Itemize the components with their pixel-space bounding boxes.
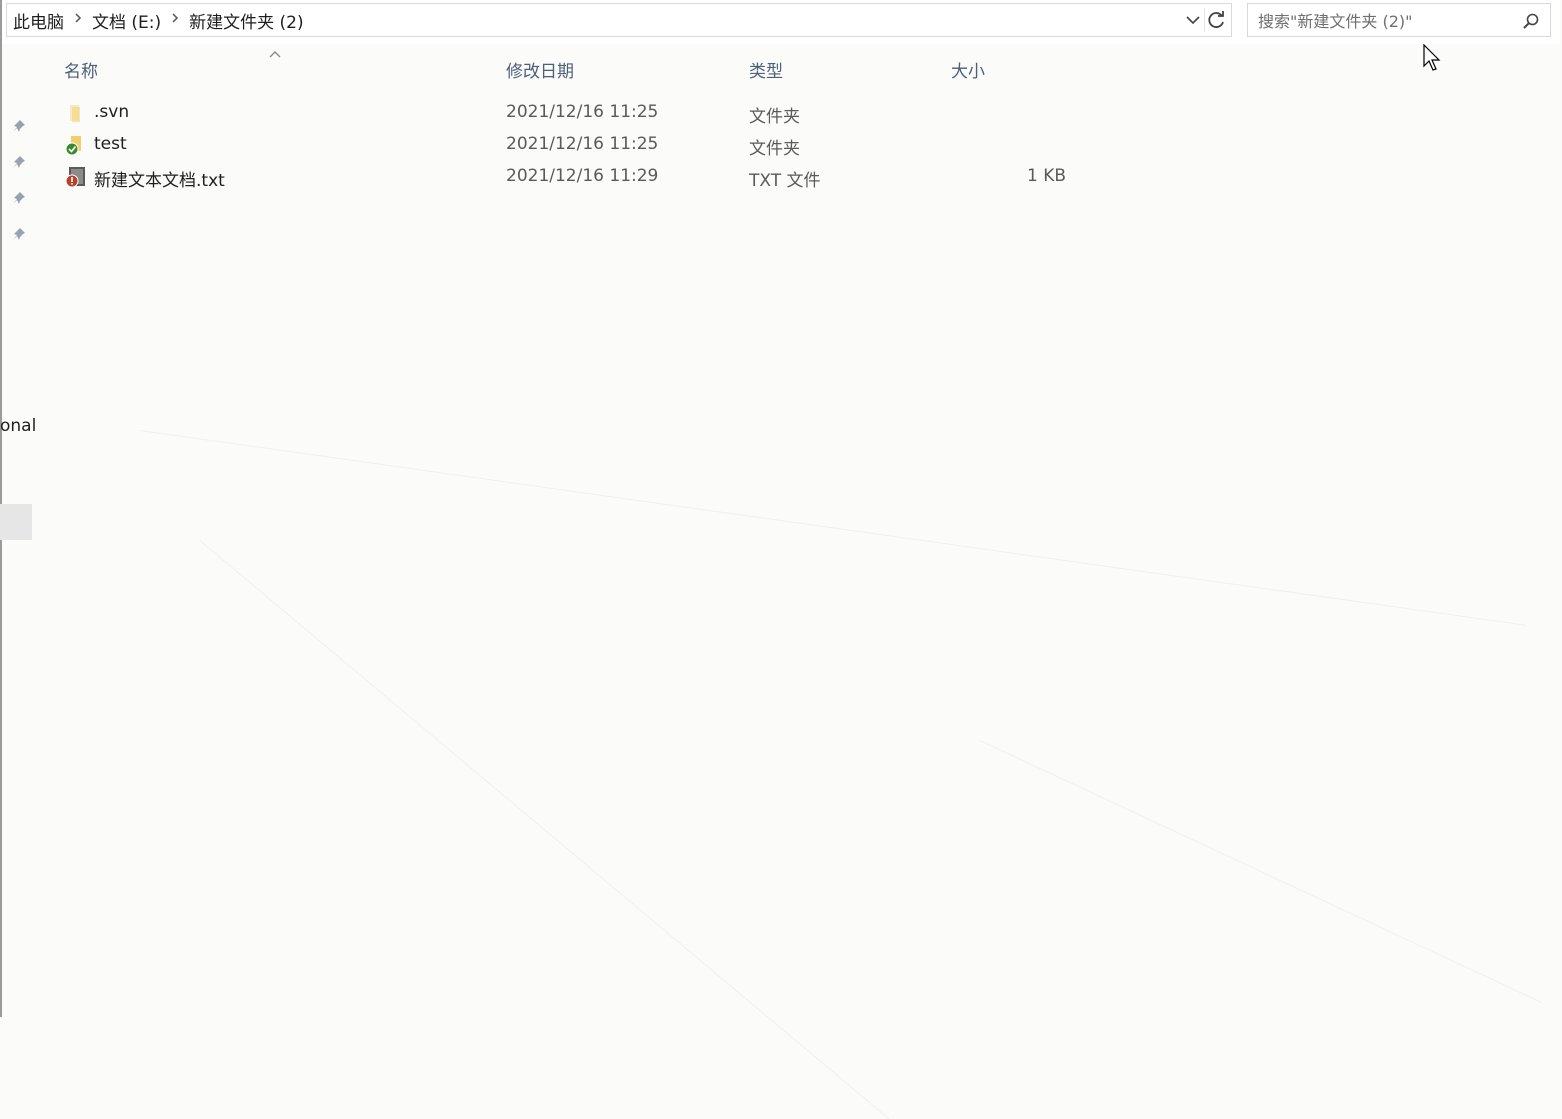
breadcrumb-drive[interactable]: 文档 (E:) <box>86 8 167 33</box>
file-row-txt[interactable]: 新建文本文档.txt 2021/12/16 11:29 TXT 文件 1 KB <box>60 162 1080 192</box>
refresh-icon[interactable] <box>1204 8 1229 32</box>
chevron-down-icon[interactable] <box>1183 10 1203 30</box>
mouse-cursor-icon <box>1422 43 1442 74</box>
column-header-modified[interactable]: 修改日期 <box>506 57 574 82</box>
sidebar-partial-label[interactable]: onal <box>0 416 36 436</box>
file-name: test <box>94 134 127 154</box>
background-artifact <box>979 740 1542 1003</box>
search-input[interactable] <box>1248 4 1520 38</box>
svn-modified-file-icon <box>64 166 86 188</box>
file-type: TXT 文件 <box>749 171 821 191</box>
address-bar[interactable]: 此电脑 文档 (E:) 新建文件夹 (2) <box>6 3 1232 37</box>
file-type: 文件夹 <box>749 107 800 127</box>
pin-icon[interactable] <box>11 154 27 170</box>
background-artifact <box>139 430 1527 626</box>
file-modified: 2021/12/16 11:25 <box>506 102 659 122</box>
search-icon[interactable] <box>1522 12 1540 30</box>
sidebar-selected-item[interactable] <box>0 504 32 540</box>
file-name: 新建文本文档.txt <box>94 171 225 191</box>
background-artifact <box>199 540 890 1119</box>
breadcrumb-chevron-icon[interactable] <box>70 12 86 28</box>
file-modified: 2021/12/16 11:25 <box>506 134 659 154</box>
search-box[interactable] <box>1247 3 1551 38</box>
column-header-size[interactable]: 大小 <box>951 57 985 82</box>
pin-icon[interactable] <box>11 226 27 242</box>
file-modified: 2021/12/16 11:29 <box>506 166 659 186</box>
column-header-type[interactable]: 类型 <box>749 57 783 82</box>
file-name: .svn <box>94 102 130 122</box>
folder-icon <box>64 102 86 124</box>
svn-normal-folder-icon <box>64 134 86 156</box>
file-row-test[interactable]: test 2021/12/16 11:25 文件夹 <box>60 130 1080 160</box>
sort-ascending-icon <box>268 44 282 58</box>
breadcrumb-current-folder[interactable]: 新建文件夹 (2) <box>183 8 309 33</box>
file-size: 1 KB <box>1026 166 1066 186</box>
pin-icon[interactable] <box>11 190 27 206</box>
file-type: 文件夹 <box>749 139 800 159</box>
pin-icon[interactable] <box>11 118 27 134</box>
address-toolbar: 此电脑 文档 (E:) 新建文件夹 (2) <box>2 0 1560 44</box>
breadcrumb-chevron-icon[interactable] <box>167 12 183 28</box>
column-header-name[interactable]: 名称 <box>64 57 98 82</box>
breadcrumb-this-pc[interactable]: 此电脑 <box>7 8 70 33</box>
file-row-svn[interactable]: .svn 2021/12/16 11:25 文件夹 <box>60 98 1080 128</box>
